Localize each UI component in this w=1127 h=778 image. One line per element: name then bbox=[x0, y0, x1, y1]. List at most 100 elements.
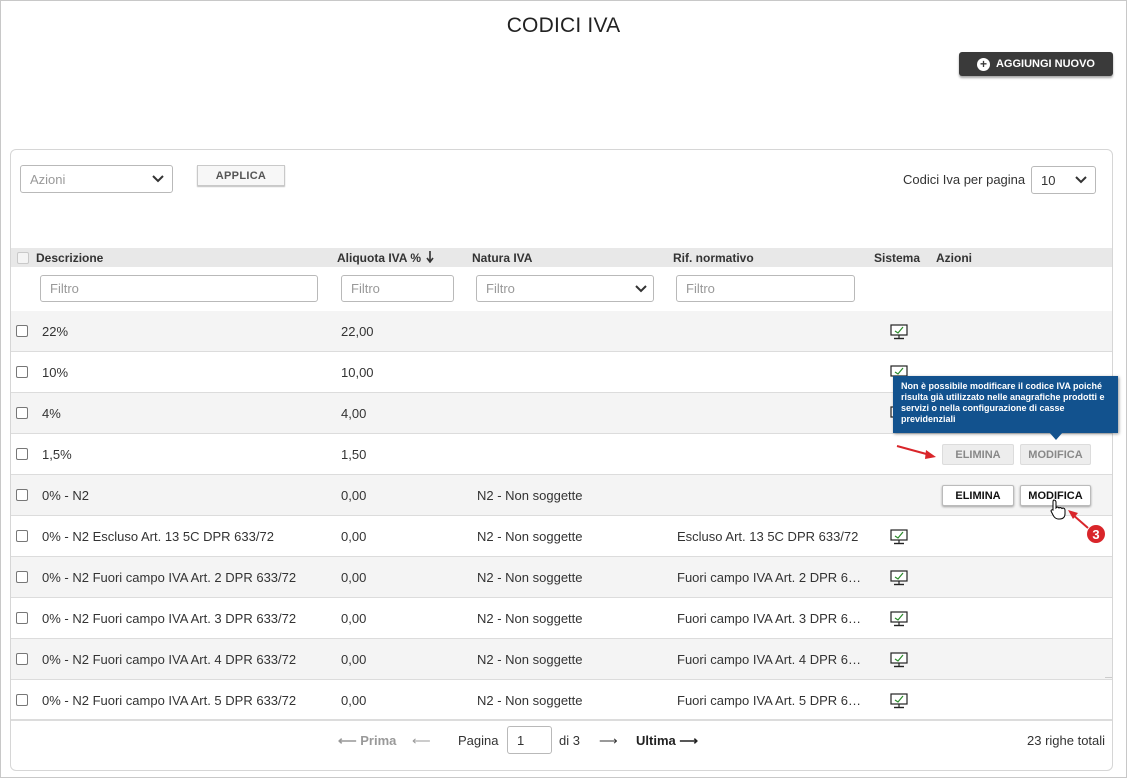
delete-button[interactable]: ELIMINA bbox=[942, 485, 1014, 506]
col-header-rate-label: Aliquota IVA % bbox=[337, 251, 421, 265]
cell-description: 0% - N2 Fuori campo IVA Art. 4 DPR 633/7… bbox=[42, 652, 297, 667]
tooltip-arrow bbox=[1049, 432, 1063, 440]
col-header-system[interactable]: Sistema bbox=[874, 251, 920, 265]
bulk-actions-select[interactable]: Azioni bbox=[20, 165, 173, 193]
cell-description: 0% - N2 Escluso Art. 13 5C DPR 633/72 bbox=[42, 529, 274, 544]
cell-nature: N2 - Non soggette bbox=[477, 693, 583, 708]
cell-description: 0% - N2 Fuori campo IVA Art. 5 DPR 633/7… bbox=[42, 693, 297, 708]
col-header-actions: Azioni bbox=[936, 251, 972, 265]
row-checkbox[interactable] bbox=[16, 530, 28, 542]
cell-reference: Fuori campo IVA Art. 4 DPR 6… bbox=[677, 652, 861, 667]
select-all-checkbox[interactable] bbox=[17, 252, 29, 264]
row-checkbox[interactable] bbox=[16, 366, 28, 378]
row-checkbox[interactable] bbox=[16, 448, 28, 460]
row-checkbox[interactable] bbox=[16, 653, 28, 665]
chevron-down-icon bbox=[635, 285, 647, 293]
per-page-label: Codici Iva per pagina bbox=[903, 172, 1026, 187]
table-row[interactable]: 0% - N2 0,00 N2 - Non soggette ELIMINA MODIF… bbox=[11, 475, 1112, 516]
add-new-button[interactable]: + AGGIUNGI NUOVO bbox=[959, 52, 1113, 76]
total-rows-label: 23 righe totali bbox=[1027, 733, 1106, 748]
cell-rate: 22,00 bbox=[341, 324, 374, 339]
table-row[interactable]: 0% - N2 Fuori campo IVA Art. 4 DPR 633/7… bbox=[11, 639, 1112, 680]
row-checkbox[interactable] bbox=[16, 325, 28, 337]
last-page-button[interactable]: Ultima ⟶ bbox=[636, 733, 698, 749]
row-checkbox[interactable] bbox=[16, 407, 28, 419]
cell-rate: 0,00 bbox=[341, 570, 367, 585]
monitor-check-icon bbox=[890, 529, 908, 545]
plus-circle-icon: + bbox=[976, 57, 990, 71]
cell-rate: 0,00 bbox=[341, 652, 367, 667]
page-title: CODICI IVA bbox=[506, 14, 621, 37]
table-row[interactable]: 1,5% 1,50 ELIMINA MODIFICA bbox=[11, 434, 1112, 475]
filter-rate-input[interactable]: Filtro bbox=[341, 275, 454, 302]
cell-rate: 0,00 bbox=[341, 529, 367, 544]
chevron-down-icon bbox=[1075, 176, 1087, 184]
cell-rate: 0,00 bbox=[341, 488, 367, 503]
row-checkbox[interactable] bbox=[16, 612, 28, 624]
filter-reference-input[interactable]: Filtro bbox=[676, 275, 855, 302]
monitor-check-icon bbox=[890, 693, 908, 709]
filter-description-input[interactable]: Filtro bbox=[40, 275, 318, 302]
col-header-nature[interactable]: Natura IVA bbox=[472, 251, 532, 265]
cell-reference: Fuori campo IVA Art. 2 DPR 6… bbox=[677, 570, 861, 585]
cell-description: 22% bbox=[42, 324, 69, 339]
page-label: Pagina bbox=[458, 733, 499, 748]
footer-separator bbox=[11, 719, 1112, 720]
table-row[interactable]: 0% - N2 Fuori campo IVA Art. 3 DPR 633/7… bbox=[11, 598, 1112, 639]
monitor-check-icon bbox=[890, 570, 908, 586]
scroll-indicator bbox=[1105, 677, 1112, 678]
table-row[interactable]: 22% 22,00 bbox=[11, 311, 1112, 352]
row-checkbox[interactable] bbox=[16, 694, 28, 706]
edit-button[interactable]: MODIFICA bbox=[1020, 444, 1091, 465]
cell-description: 0% - N2 Fuori campo IVA Art. 2 DPR 633/7… bbox=[42, 570, 297, 585]
first-page-button[interactable]: ⟵ Prima bbox=[338, 733, 396, 749]
cell-nature: N2 - Non soggette bbox=[477, 570, 583, 585]
arrow-right-icon: ⟶ bbox=[679, 733, 698, 748]
apply-button[interactable]: APPLICA bbox=[197, 165, 285, 186]
cell-rate: 0,00 bbox=[341, 693, 367, 708]
per-page-select[interactable]: 10 bbox=[1031, 166, 1096, 194]
cell-description: 4% bbox=[42, 406, 61, 421]
page-number-input[interactable]: 1 bbox=[507, 726, 552, 754]
table-row[interactable]: 0% - N2 Fuori campo IVA Art. 5 DPR 633/7… bbox=[11, 680, 1112, 721]
row-checkbox[interactable] bbox=[16, 571, 28, 583]
arrow-down-icon bbox=[426, 251, 434, 264]
col-header-reference[interactable]: Rif. normativo bbox=[673, 251, 754, 265]
edit-button[interactable]: MODIFICA bbox=[1020, 485, 1091, 506]
chevron-down-icon bbox=[152, 175, 164, 183]
bulk-actions-placeholder: Azioni bbox=[30, 171, 66, 187]
cell-description: 0% - N2 Fuori campo IVA Art. 3 DPR 633/7… bbox=[42, 611, 297, 626]
col-header-rate[interactable]: Aliquota IVA % bbox=[337, 251, 434, 265]
row-checkbox[interactable] bbox=[16, 489, 28, 501]
monitor-check-icon bbox=[890, 324, 908, 340]
table-row[interactable]: 0% - N2 Escluso Art. 13 5C DPR 633/72 0,0… bbox=[11, 516, 1112, 557]
cell-rate: 10,00 bbox=[341, 365, 374, 380]
cell-reference: Fuori campo IVA Art. 5 DPR 6… bbox=[677, 693, 861, 708]
cell-nature: N2 - Non soggette bbox=[477, 652, 583, 667]
arrow-left-icon: ⟵ bbox=[338, 733, 357, 748]
next-page-button[interactable]: ⟶ bbox=[599, 733, 618, 749]
cell-description: 10% bbox=[42, 365, 69, 380]
filter-nature-select[interactable]: Filtro bbox=[476, 275, 654, 302]
cell-description: 1,5% bbox=[42, 447, 72, 462]
delete-button[interactable]: ELIMINA bbox=[942, 444, 1014, 465]
page-count-label: di 3 bbox=[559, 733, 580, 748]
cell-nature: N2 - Non soggette bbox=[477, 529, 583, 544]
cell-nature: N2 - Non soggette bbox=[477, 488, 583, 503]
add-new-label: AGGIUNGI NUOVO bbox=[995, 58, 1095, 70]
cell-nature: N2 - Non soggette bbox=[477, 611, 583, 626]
filter-nature-placeholder: Filtro bbox=[486, 281, 515, 296]
edit-disabled-tooltip: Non è possibile modificare il codice IVA… bbox=[893, 376, 1118, 433]
last-page-label: Ultima bbox=[636, 733, 676, 748]
cell-reference: Escluso Art. 13 5C DPR 633/72 bbox=[677, 529, 859, 544]
cell-rate: 4,00 bbox=[341, 406, 367, 421]
first-page-label: Prima bbox=[360, 733, 397, 748]
prev-page-button[interactable]: ⟵ bbox=[412, 733, 431, 749]
per-page-value: 10 bbox=[1041, 172, 1056, 188]
cell-rate: 1,50 bbox=[341, 447, 367, 462]
col-header-description[interactable]: Descrizione bbox=[36, 251, 103, 265]
monitor-check-icon bbox=[890, 611, 908, 627]
monitor-check-icon bbox=[890, 652, 908, 668]
cell-reference: Fuori campo IVA Art. 3 DPR 6… bbox=[677, 611, 861, 626]
table-row[interactable]: 0% - N2 Fuori campo IVA Art. 2 DPR 633/7… bbox=[11, 557, 1112, 598]
